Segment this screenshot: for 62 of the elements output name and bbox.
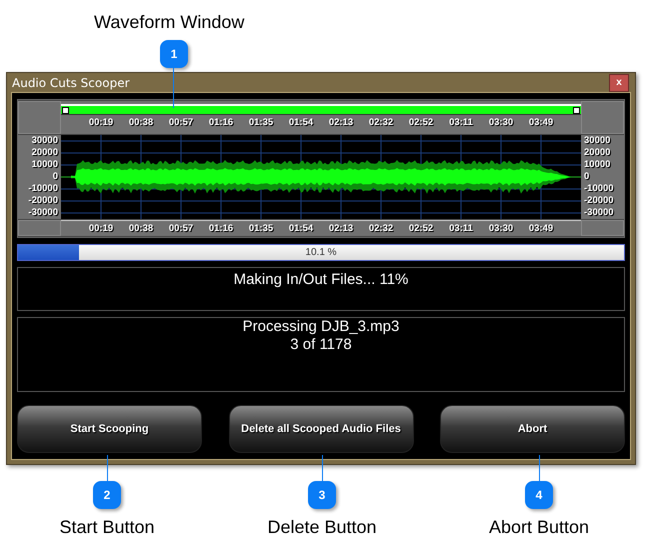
amplitude-label: 10000 xyxy=(32,159,58,171)
time-label: 02:32 xyxy=(368,116,394,130)
time-label: 01:16 xyxy=(208,222,234,236)
amplitude-label: 30000 xyxy=(584,135,610,147)
range-bar[interactable] xyxy=(61,104,581,115)
leader-line xyxy=(107,455,108,482)
amplitude-label: 0 xyxy=(52,171,58,183)
time-label: 03:11 xyxy=(448,222,474,236)
amplitude-label: 30000 xyxy=(32,135,58,147)
amplitude-label: -20000 xyxy=(584,195,614,207)
time-label: 01:35 xyxy=(248,222,274,236)
amplitude-label: -30000 xyxy=(584,207,614,219)
time-label: 00:38 xyxy=(128,116,154,130)
time-label: 03:11 xyxy=(448,116,474,130)
amplitude-label: -10000 xyxy=(584,183,614,195)
progress-text: 10.1 % xyxy=(305,247,337,258)
callout-badge: 1 xyxy=(160,40,188,68)
time-label: 00:19 xyxy=(88,222,114,236)
amplitude-label: 10000 xyxy=(584,159,610,171)
window-title: Audio Cuts Scooper xyxy=(12,76,130,90)
leader-line xyxy=(173,68,174,108)
close-button[interactable]: x xyxy=(609,74,629,92)
time-label: 00:57 xyxy=(168,222,194,236)
amplitude-label: -10000 xyxy=(28,183,58,195)
range-handle[interactable] xyxy=(62,106,69,114)
status-text: Making In/Out Files... 11% xyxy=(234,271,408,289)
time-label: 03:49 xyxy=(528,222,554,236)
time-label: 02:52 xyxy=(408,116,434,130)
amplitude-label: 0 xyxy=(584,171,590,183)
callout-label: Start Button xyxy=(59,517,155,538)
callout-label: Delete Button xyxy=(267,517,377,538)
range-handle[interactable] xyxy=(573,106,580,114)
amplitude-label: 20000 xyxy=(584,147,610,159)
time-label: 03:30 xyxy=(488,116,514,130)
time-label: 00:57 xyxy=(168,116,194,130)
leader-line xyxy=(539,455,540,482)
time-label: 03:30 xyxy=(488,222,514,236)
time-label: 02:13 xyxy=(328,222,354,236)
callout-badge: 2 xyxy=(93,481,121,509)
time-label: 01:54 xyxy=(288,116,314,130)
callout-label: Waveform Window xyxy=(94,12,244,33)
time-label: 00:38 xyxy=(128,222,154,236)
time-label: 01:35 xyxy=(248,116,274,130)
callout-badge: 4 xyxy=(525,481,553,509)
time-label: 02:32 xyxy=(368,222,394,236)
time-label: 02:52 xyxy=(408,222,434,236)
action-button[interactable]: Abort xyxy=(440,405,625,453)
time-label: 01:16 xyxy=(208,116,234,130)
amplitude-label: 20000 xyxy=(32,147,58,159)
time-label: 03:49 xyxy=(528,116,554,130)
leader-line xyxy=(322,455,323,482)
time-label: 01:54 xyxy=(288,222,314,236)
file-info-text: Processing DJB_3.mp3 xyxy=(242,318,400,336)
time-label: 00:19 xyxy=(88,116,114,130)
action-button[interactable]: Start Scooping xyxy=(17,405,202,453)
amplitude-label: -20000 xyxy=(28,195,58,207)
action-button[interactable]: Delete all Scooped Audio Files xyxy=(228,405,414,453)
callout-label: Abort Button xyxy=(488,517,590,538)
callout-badge: 3 xyxy=(308,481,336,509)
file-info-text: 3 of 1178 xyxy=(290,336,352,354)
amplitude-label: -30000 xyxy=(28,207,58,219)
time-label: 02:13 xyxy=(328,116,354,130)
